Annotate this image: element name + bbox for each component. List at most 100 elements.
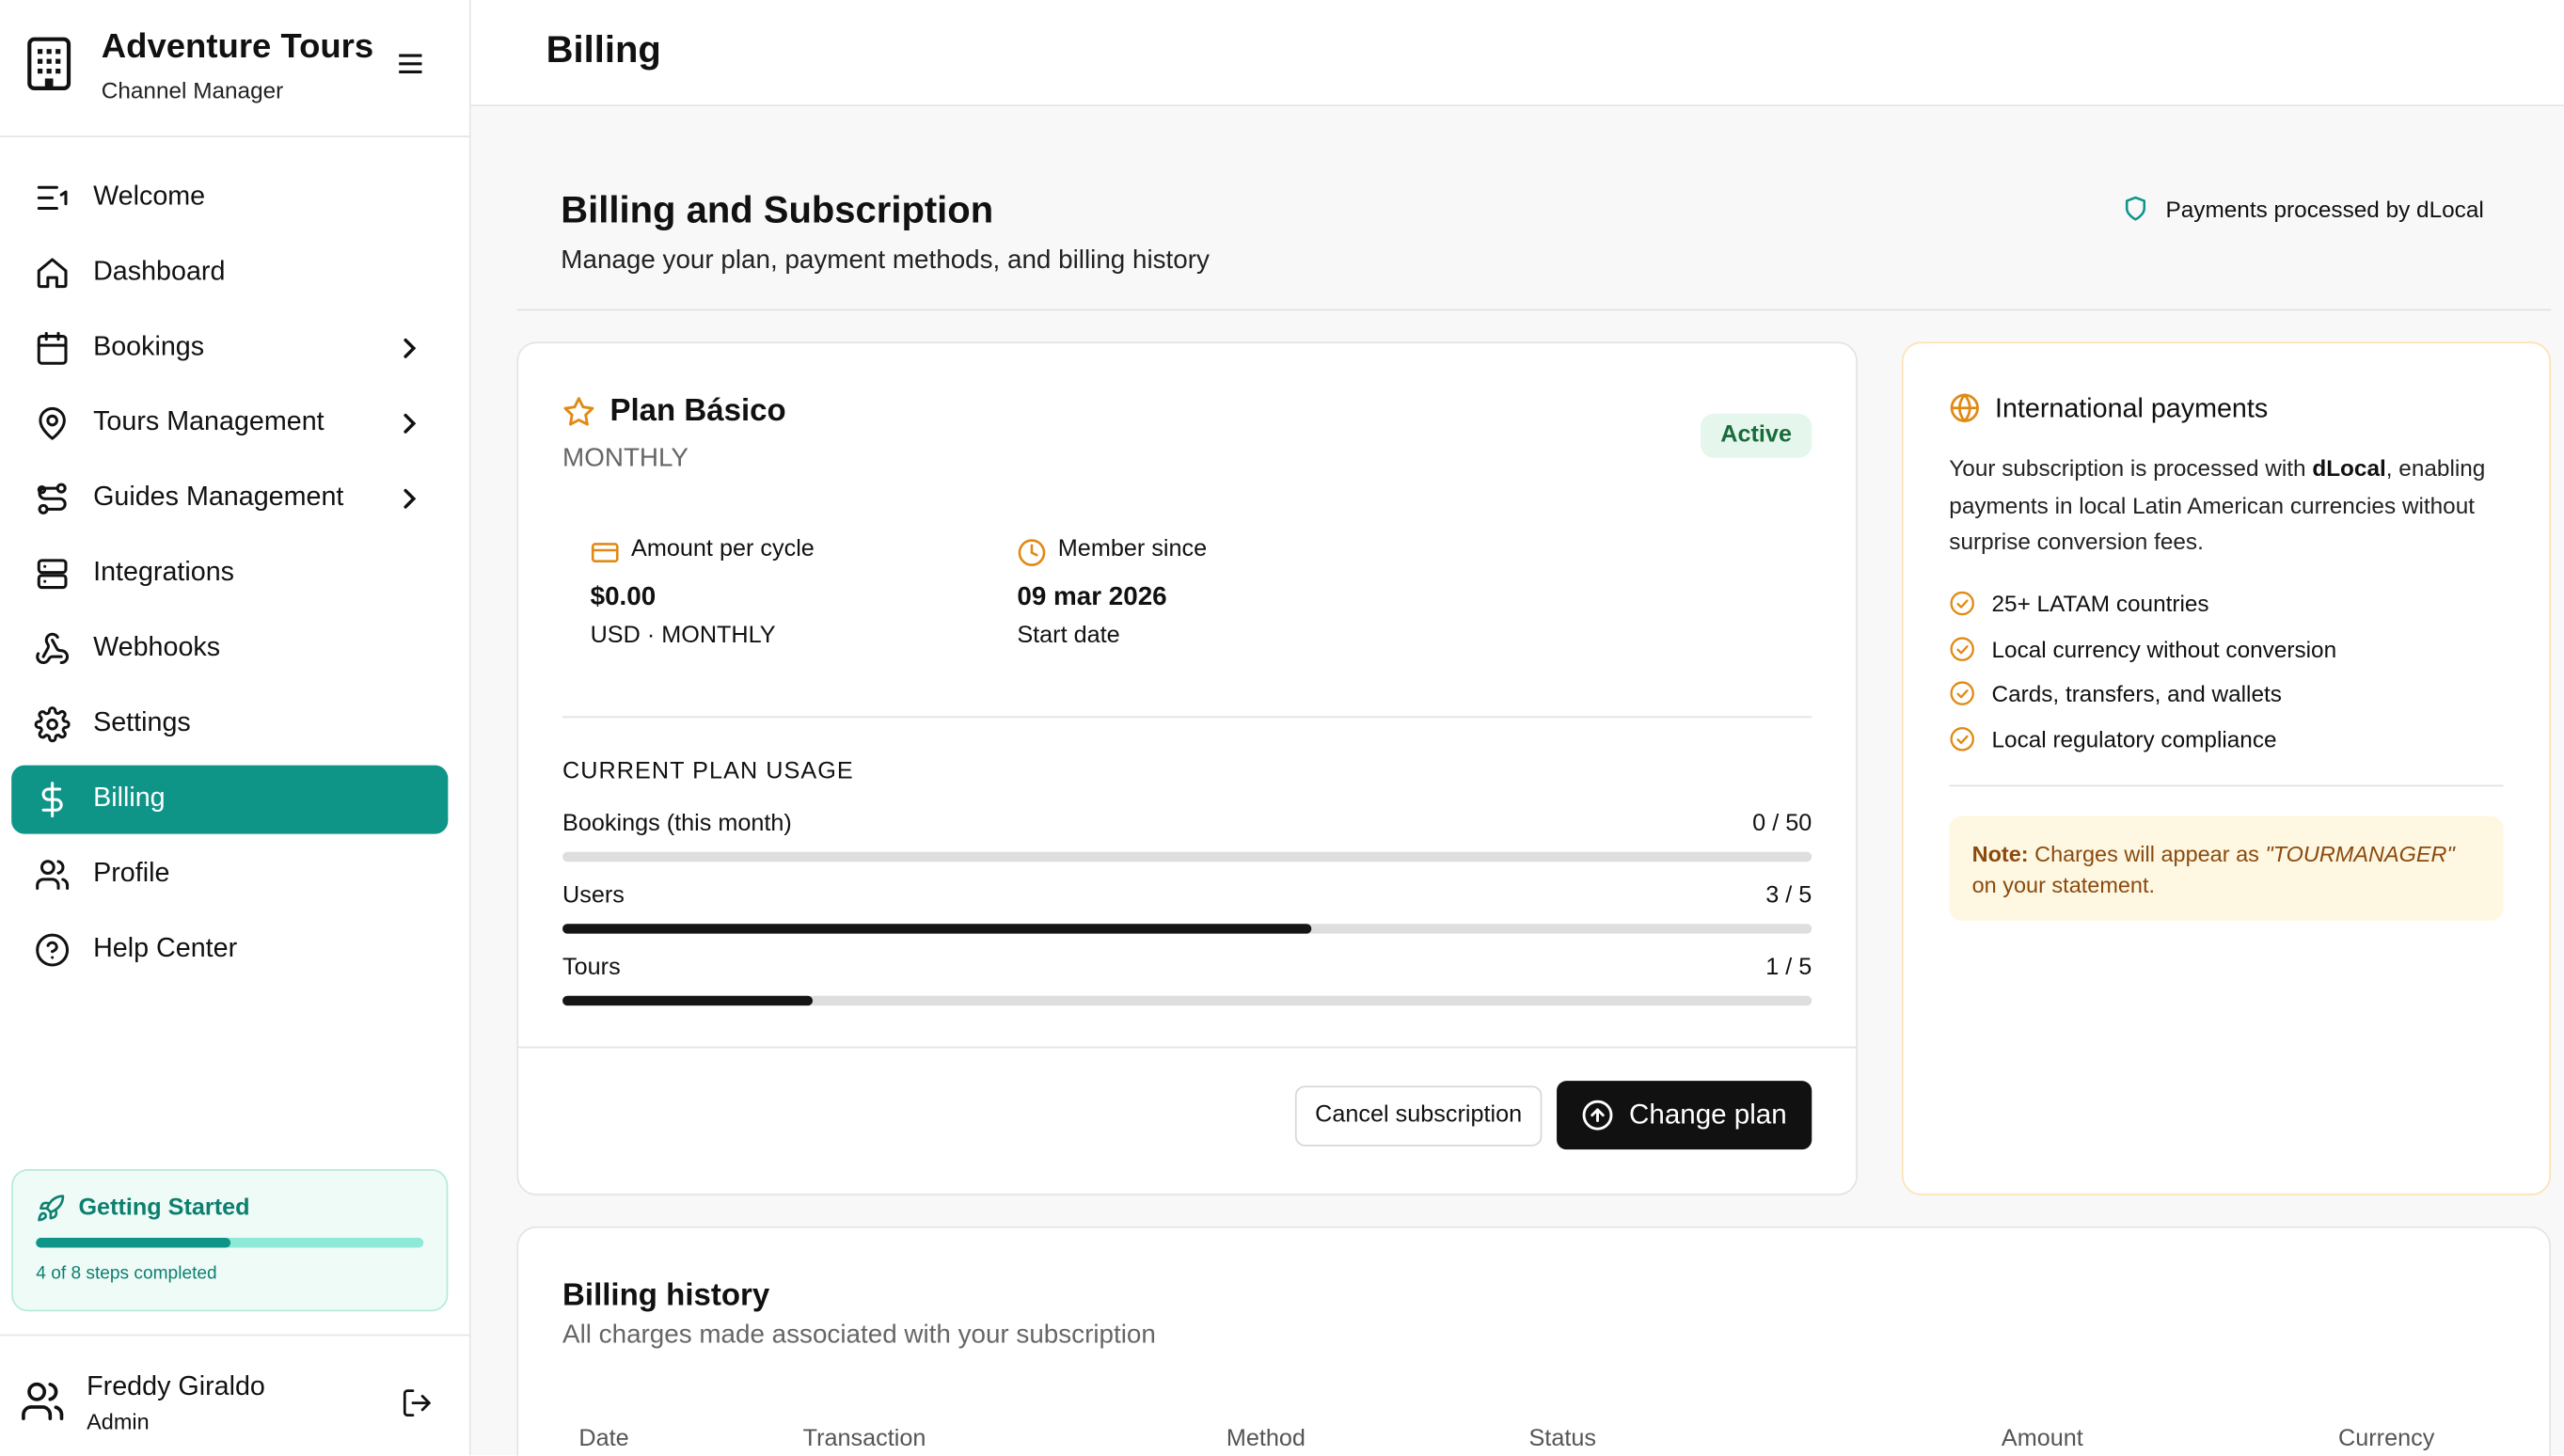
column-header-method[interactable]: Method [1227, 1426, 1306, 1452]
user-name: Freddy Giraldo [87, 1371, 265, 1401]
international-divider [1949, 784, 2504, 787]
brand-title: Adventure Tours [101, 27, 374, 66]
check-circle-icon [1950, 681, 1974, 705]
amount-currency: USD · MONTHLY [590, 623, 776, 650]
column-header-status[interactable]: Status [1528, 1426, 1595, 1452]
usage-progress-bar [562, 924, 1812, 934]
usage-progress-bar [562, 995, 1812, 1006]
sidebar-item-label: Webhooks [93, 632, 221, 663]
sidebar-item-label: Guides Management [93, 482, 344, 513]
sidebar-item-tours-management[interactable]: Tours Management [11, 389, 448, 458]
plan-card: Plan Básico MONTHLY Active Amount per cy… [516, 341, 1858, 1195]
plan-name: Plan Básico [609, 393, 786, 429]
usage-label: Tours [562, 955, 621, 982]
sidebar-item-bookings[interactable]: Bookings [11, 314, 448, 383]
usage-value: 1 / 5 [1765, 955, 1812, 982]
member-since-stat: Member since 09 mar 2026 Start date [1017, 536, 1376, 667]
member-since-sub: Start date [1017, 623, 1120, 650]
logout-icon[interactable] [401, 1386, 434, 1419]
sidebar-item-profile[interactable]: Profile [11, 841, 448, 910]
usage-value: 0 / 50 [1752, 811, 1812, 838]
column-header-currency[interactable]: Currency [2338, 1426, 2434, 1452]
getting-started-card[interactable]: Getting Started 4 of 8 steps completed [11, 1169, 449, 1312]
plan-divider [562, 716, 1812, 719]
check-circle-icon [1950, 591, 1974, 616]
gear-icon [34, 706, 71, 743]
usage-label: Bookings (this month) [562, 811, 792, 838]
dollar-icon [41, 782, 63, 818]
sidebar-item-guides-management[interactable]: Guides Management [11, 465, 448, 533]
server-icon [37, 559, 68, 590]
billing-history-card: Billing history All charges made associa… [516, 1226, 2552, 1456]
star-icon [563, 397, 594, 426]
usage-heading: CURRENT PLAN USAGE [562, 758, 854, 785]
home-icon [37, 258, 68, 289]
amount-stat: Amount per cycle $0.00 USD · MONTHLY [591, 536, 950, 667]
sidebar-item-webhooks[interactable]: Webhooks [11, 615, 448, 684]
column-header-date[interactable]: Date [578, 1426, 628, 1452]
international-title: International payments [1994, 393, 2269, 424]
payment-processor-note: Payments processed by dLocal [2123, 195, 2484, 223]
map-pin-icon [39, 406, 66, 440]
column-header-transaction[interactable]: Transaction [803, 1426, 926, 1452]
feature-label: Cards, transfers, and wallets [1991, 680, 2282, 707]
brand-subtitle: Channel Manager [101, 76, 284, 103]
note-text-end: on your statement. [1971, 873, 2156, 898]
note-text: Charges will appear as [2028, 842, 2266, 867]
cancel-subscription-button[interactable]: Cancel subscription [1294, 1085, 1543, 1147]
usage-progress-fill [562, 995, 813, 1006]
usage-label: Users [562, 882, 625, 910]
status-badge: Active [1701, 413, 1812, 458]
feature-label: Local currency without conversion [1991, 635, 2337, 662]
note-descriptor: "TOURMANAGER" [2265, 842, 2455, 867]
sidebar-item-label: Billing [93, 783, 166, 814]
feature-item: 25+ LATAM countries [1949, 590, 2209, 617]
amount-value: $0.00 [590, 583, 657, 612]
chevron-right-icon [404, 488, 417, 509]
feature-label: 25+ LATAM countries [1991, 590, 2209, 617]
plan-footer-divider [518, 1046, 1857, 1049]
member-since-label: Member since [1057, 536, 1208, 563]
note-label: Note: [1971, 842, 2029, 867]
description-text: Your subscription is processed with [1949, 454, 2313, 482]
sidebar-item-label: Profile [93, 858, 170, 889]
usage-value: 3 / 5 [1765, 882, 1812, 910]
sidebar: Adventure Tours Channel Manager Welcome D… [0, 0, 471, 1456]
chevron-right-icon [404, 413, 417, 434]
billing-subtitle: Manage your plan, payment methods, and b… [561, 246, 1210, 276]
users-icon [36, 860, 70, 890]
sidebar-item-billing[interactable]: Billing [11, 765, 449, 834]
webhook-icon [36, 632, 70, 665]
getting-started-progress [36, 1238, 424, 1248]
calendar-icon [37, 331, 68, 365]
amount-label: Amount per cycle [631, 536, 815, 563]
usage-progress-bar [562, 851, 1812, 863]
clock-icon [1018, 539, 1046, 566]
description-bold: dLocal [2312, 454, 2386, 482]
main-content: Billing Billing and Subscription Manage … [470, 0, 2564, 1456]
sidebar-item-dashboard[interactable]: Dashboard [11, 239, 448, 308]
sidebar-item-help-center[interactable]: Help Center [11, 916, 448, 985]
shield-icon [2126, 196, 2146, 221]
sidebar-item-label: Tours Management [93, 406, 324, 437]
billing-title: Billing and Subscription [561, 187, 994, 231]
sidebar-item-settings[interactable]: Settings [11, 690, 448, 759]
sidebar-item-welcome[interactable]: Welcome [11, 164, 448, 232]
sidebar-item-label: Welcome [93, 181, 206, 212]
hamburger-menu-icon[interactable] [396, 51, 425, 77]
sidebar-item-label: Bookings [93, 331, 205, 362]
user-icon[interactable] [20, 1379, 66, 1425]
column-header-amount[interactable]: Amount [2002, 1426, 2083, 1452]
statement-note: Note: Charges will appear as "TOURMANAGE… [1949, 815, 2504, 921]
sidebar-item-label: Integrations [93, 557, 235, 588]
credit-card-icon [591, 543, 619, 563]
feature-item: Local currency without conversion [1949, 635, 2336, 661]
list-start-icon [37, 185, 68, 211]
change-plan-button[interactable]: Change plan [1557, 1081, 1812, 1150]
billing-header: Billing and Subscription Manage your pla… [516, 153, 2552, 311]
sidebar-item-label: Dashboard [93, 256, 226, 287]
feature-item: Cards, transfers, and wallets [1949, 680, 2282, 706]
plan-cycle: MONTHLY [562, 444, 688, 473]
sidebar-item-integrations[interactable]: Integrations [11, 540, 448, 609]
international-payments-card: International payments Your subscription… [1901, 341, 2552, 1195]
